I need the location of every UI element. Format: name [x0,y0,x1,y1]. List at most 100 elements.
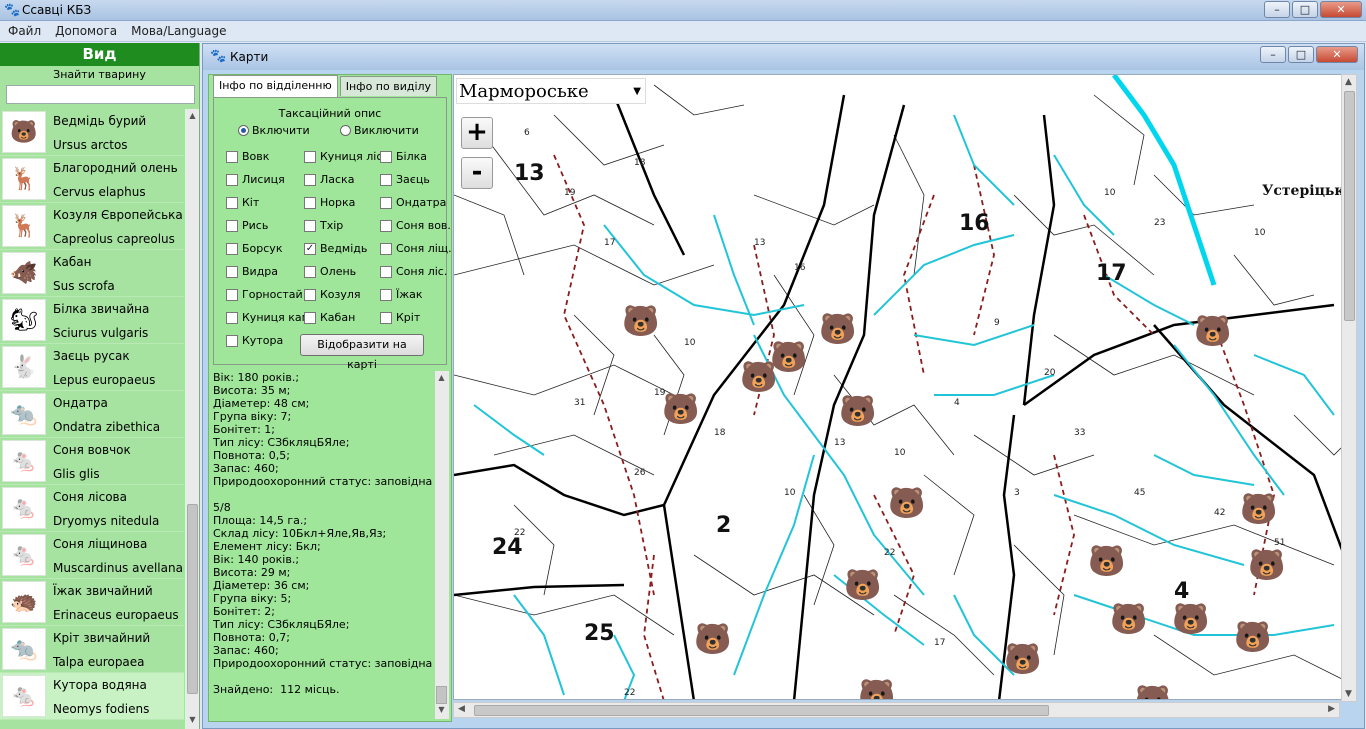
scroll-up-icon[interactable]: ▲ [1345,77,1352,87]
bear-marker-icon[interactable]: 🐻 [819,315,856,345]
scroll-thumb[interactable] [1344,91,1355,321]
species-checkbox[interactable]: Ондатра [380,196,446,209]
species-checkbox[interactable]: Норка [304,196,355,209]
species-checkbox[interactable]: Заєць [380,173,430,186]
bear-marker-icon[interactable]: 🐻 [1134,687,1171,700]
menu-file[interactable]: Файл [8,24,41,38]
checkbox-icon[interactable] [304,265,316,278]
bear-marker-icon[interactable]: 🐻 [1110,605,1147,635]
radio-selected-icon[interactable] [238,125,249,136]
checkbox-icon[interactable] [380,311,392,324]
menu-help[interactable]: Допомога [55,24,117,38]
tax-off-radio[interactable]: Виключити [340,124,419,137]
animal-list-item[interactable]: 🦌 Козуля Європейська Capreolus capreolus [0,203,184,250]
menu-language[interactable]: Мова/Language [131,24,226,38]
checkbox-icon[interactable] [304,288,316,301]
animal-list-item[interactable]: 🐿 Білка звичайна Sciurus vulgaris [0,297,184,344]
species-checkbox[interactable]: Їжак [380,288,423,301]
checkbox-icon[interactable] [380,265,392,278]
bear-marker-icon[interactable]: 🐻 [1194,317,1231,347]
animal-list-item[interactable]: 🐁 Кутора водяна Neomys fodiens [0,673,184,720]
checkbox-icon[interactable] [226,150,238,163]
radio-icon[interactable] [340,125,351,136]
bear-marker-icon[interactable]: 🐻 [1004,645,1041,675]
animal-list-item[interactable]: 🐻 Ведмідь бурий Ursus arctos [0,109,184,156]
tax-on-radio[interactable]: Включити [238,124,310,137]
checkbox-icon[interactable] [380,196,392,209]
animal-list-item[interactable]: 🦌 Благородний олень Cervus elaphus [0,156,184,203]
scroll-down-icon[interactable]: ▼ [187,715,198,727]
checkbox-icon[interactable] [226,311,238,324]
species-checkbox[interactable]: Кутора [226,334,283,347]
scroll-up-icon[interactable]: ▲ [187,111,198,123]
scroll-down-icon[interactable]: ▼ [436,705,447,717]
checkbox-icon[interactable] [226,173,238,186]
bear-marker-icon[interactable]: 🐻 [1172,605,1209,635]
checkbox-icon[interactable] [380,242,392,255]
checkbox-icon[interactable] [380,219,392,232]
close-button[interactable]: ✕ [1320,1,1362,18]
scroll-down-icon[interactable]: ▼ [1345,689,1352,699]
region-select[interactable]: Мармороське ▼ [456,78,646,104]
scroll-thumb[interactable] [436,686,447,704]
checkbox-icon[interactable] [226,288,238,301]
bear-marker-icon[interactable]: 🐻 [844,571,881,601]
animal-list-item[interactable]: 🐁 Соня вовчок Glis glis [0,438,184,485]
checkbox-checked-icon[interactable]: ✓ [304,242,316,255]
forest-map[interactable]: 6 19 18 17 13 16 10 19 31 26 18 13 10 22 17 33 45 42 51 23 1… [453,74,1356,700]
checkbox-icon[interactable] [380,150,392,163]
species-checkbox[interactable]: Соня вов. [380,219,451,232]
scroll-up-icon[interactable]: ▲ [436,373,447,385]
checkbox-icon[interactable] [226,265,238,278]
bear-marker-icon[interactable]: 🐻 [662,395,699,425]
checkbox-icon[interactable] [304,311,316,324]
checkbox-icon[interactable] [380,173,392,186]
species-checkbox[interactable]: Лисиця [226,173,285,186]
species-checkbox[interactable]: Тхір [304,219,343,232]
animal-list-scrollbar[interactable]: ▲ ▼ [185,109,199,729]
checkbox-icon[interactable] [304,173,316,186]
species-checkbox[interactable]: Соня ліс. [380,265,447,278]
checkbox-icon[interactable] [304,150,316,163]
checkbox-icon[interactable] [226,334,238,347]
species-checkbox[interactable]: Вовк [226,150,269,163]
animal-list-item[interactable]: 🐁 Соня лісова Dryomys nitedula [0,485,184,532]
bear-marker-icon[interactable]: 🐻 [888,489,925,519]
species-checkbox[interactable]: Ласка [304,173,354,186]
species-checkbox[interactable]: Кабан [304,311,355,324]
species-checkbox[interactable]: Білка [380,150,427,163]
animal-list-item[interactable]: 🐗 Кабан Sus scrofa [0,250,184,297]
bear-marker-icon[interactable]: 🐻 [1088,547,1125,577]
bear-marker-icon[interactable]: 🐻 [1240,495,1277,525]
tab-division-info[interactable]: Інфо по відділенню [213,75,338,97]
checkbox-icon[interactable] [226,196,238,209]
species-checkbox[interactable]: Куниця кам. [226,311,313,324]
scroll-right-icon[interactable]: ▶ [1328,704,1335,714]
species-checkbox[interactable]: Куниця ліс. [304,150,386,163]
bear-marker-icon[interactable]: 🐻 [858,681,895,700]
species-checkbox[interactable]: ✓ Ведмідь [304,242,367,255]
species-checkbox[interactable]: Кріт [380,311,420,324]
species-checkbox[interactable]: Борсук [226,242,282,255]
chevron-down-icon[interactable]: ▼ [633,79,641,105]
bear-marker-icon[interactable]: 🐻 [770,343,807,373]
tab-plot-info[interactable]: Інфо по виділу [339,76,438,96]
species-checkbox[interactable]: Кіт [226,196,259,209]
animal-list-item[interactable]: 🐁 Соня ліщинова Muscardinus avellanarius [0,532,184,579]
checkbox-icon[interactable] [304,219,316,232]
maximize-button[interactable]: □ [1292,1,1318,18]
minimize-button[interactable]: – [1264,1,1290,18]
checkbox-icon[interactable] [380,288,392,301]
description-scrollbar[interactable]: ▲ ▼ [435,371,449,719]
find-animal-input[interactable] [6,85,195,104]
map-horizontal-scrollbar[interactable]: ◀ ▶ [453,702,1340,718]
maps-minimize-button[interactable]: – [1260,46,1286,63]
bear-marker-icon[interactable]: 🐻 [694,625,731,655]
animal-list-item[interactable]: 🐀 Кріт звичайний Talpa europaea [0,626,184,673]
zoom-in-button[interactable]: + [461,117,493,149]
map-vertical-scrollbar[interactable]: ▲ ▼ [1341,74,1357,702]
show-on-map-button[interactable]: Відобразити на карті [300,334,424,371]
species-checkbox[interactable]: Видра [226,265,278,278]
bear-marker-icon[interactable]: 🐻 [1234,623,1271,653]
species-checkbox[interactable]: Козуля [304,288,361,301]
